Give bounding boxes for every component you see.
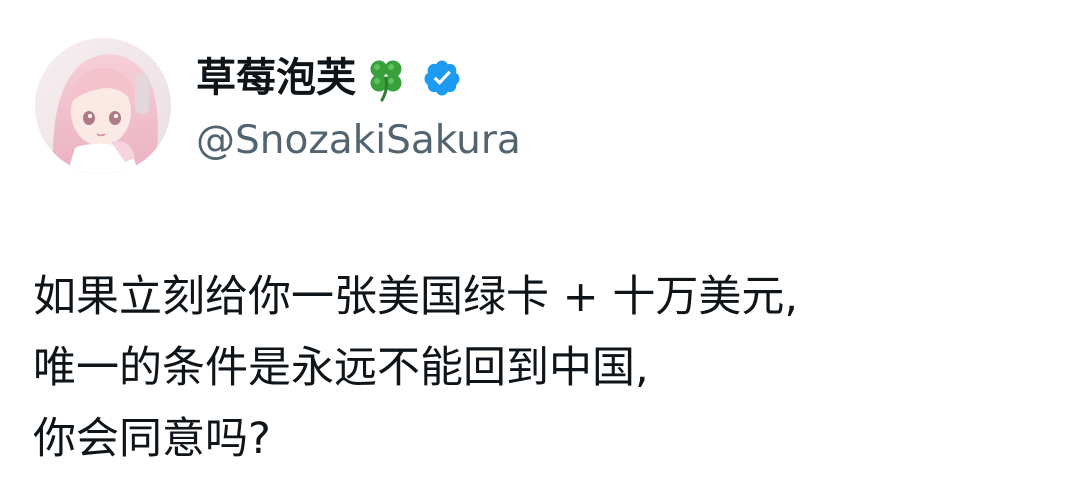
four-leaf-clover-icon — [362, 54, 410, 102]
tweet-text: 如果立刻给你一张美国绿卡 + 十万美元, 唯一的条件是永远不能回到中国, 你会同… — [33, 262, 1063, 475]
tweet-line-1: 如果立刻给你一张美国绿卡 + 十万美元, — [33, 272, 799, 322]
tweet-card: 草莓泡芙 @SnozakiSakura 如果立刻给你一张美国绿卡 + 十万美元,… — [0, 0, 1090, 496]
tweet-line-2: 唯一的条件是永远不能回到中国, — [33, 343, 649, 393]
avatar[interactable] — [35, 38, 171, 174]
author-handle[interactable]: @SnozakiSakura — [196, 116, 521, 166]
display-name[interactable]: 草莓泡芙 — [196, 52, 356, 104]
verified-icon[interactable] — [422, 58, 462, 98]
tweet-line-3: 你会同意吗? — [33, 414, 271, 464]
avatar-image — [35, 38, 171, 174]
author-name-row: 草莓泡芙 — [196, 52, 462, 104]
